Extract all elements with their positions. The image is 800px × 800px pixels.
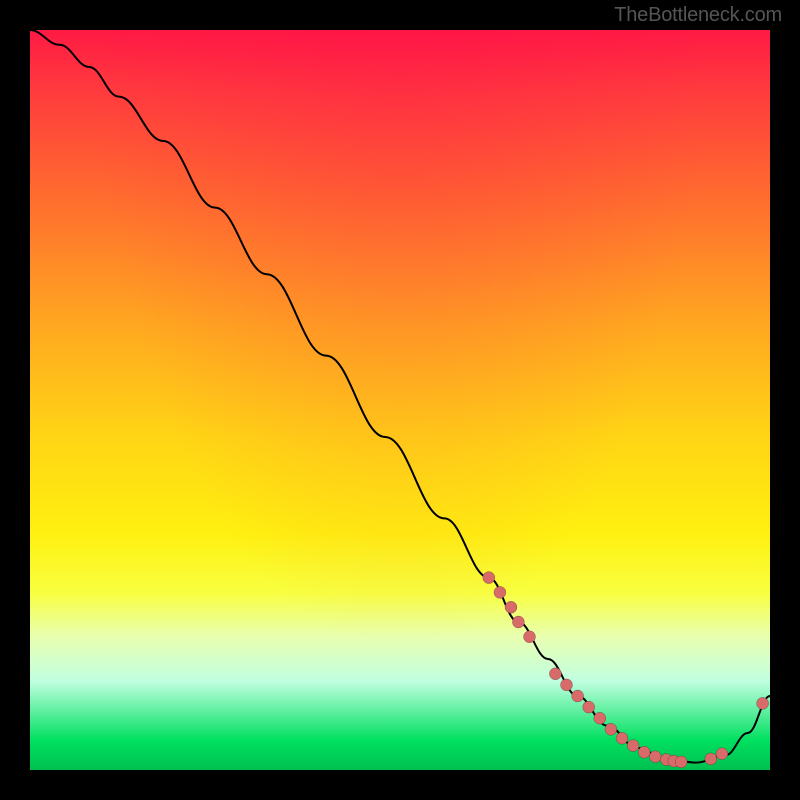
- marker-dot: [649, 751, 661, 763]
- marker-dot: [605, 723, 617, 735]
- marker-dot: [512, 616, 524, 628]
- marker-dot: [572, 690, 584, 702]
- marker-dot: [675, 756, 687, 768]
- marker-dot: [705, 753, 717, 765]
- marker-dot: [549, 668, 561, 680]
- marker-dot: [494, 586, 506, 598]
- marker-dot: [561, 679, 573, 691]
- curve-line: [30, 30, 770, 763]
- marker-dot: [616, 732, 628, 744]
- chart-svg: [30, 30, 770, 770]
- marker-dot: [583, 701, 595, 713]
- marker-dot: [594, 712, 606, 724]
- marker-dot: [716, 748, 728, 760]
- marker-dot: [757, 697, 769, 709]
- marker-dot: [505, 601, 517, 613]
- chart-plot-area: [30, 30, 770, 770]
- marker-dot: [524, 631, 536, 643]
- highlight-markers: [483, 572, 769, 768]
- marker-dot: [638, 746, 650, 758]
- marker-dot: [483, 572, 495, 584]
- marker-dot: [627, 740, 639, 752]
- watermark-text: TheBottleneck.com: [614, 4, 782, 27]
